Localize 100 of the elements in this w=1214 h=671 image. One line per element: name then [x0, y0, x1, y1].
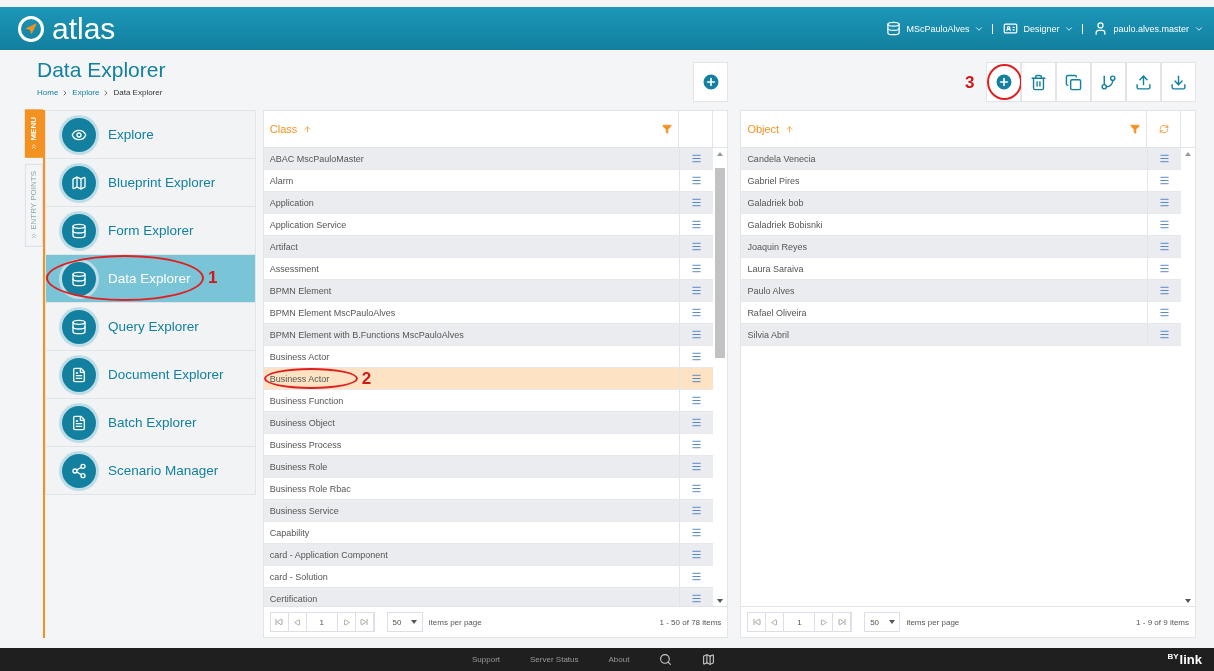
- table-row[interactable]: Business Function: [263, 390, 714, 412]
- delete-button[interactable]: [1021, 62, 1056, 102]
- header-menu[interactable]: paulo.alves.master: [1093, 21, 1204, 36]
- table-row[interactable]: Application: [263, 192, 714, 214]
- menu-icon[interactable]: [691, 351, 703, 362]
- page-size-dropdown[interactable]: 50: [864, 612, 901, 632]
- table-row[interactable]: Alarm: [263, 170, 714, 192]
- sidebar-item[interactable]: Query Explorer: [44, 303, 256, 351]
- filter-icon[interactable]: [1130, 124, 1140, 134]
- search-icon[interactable]: [659, 653, 673, 666]
- menu-icon[interactable]: [691, 219, 703, 230]
- table-row[interactable]: ABAC MscPauloMaster: [263, 148, 714, 170]
- first-icon: [752, 618, 761, 626]
- menu-icon[interactable]: [691, 505, 703, 516]
- menu-icon[interactable]: [1159, 263, 1170, 274]
- menu-icon[interactable]: [691, 175, 703, 186]
- table-row[interactable]: Candela Venecia: [741, 148, 1181, 170]
- items-per-page-label: items per page: [906, 617, 960, 627]
- breadcrumb-link[interactable]: Home: [37, 88, 59, 97]
- database-icon: [886, 21, 902, 36]
- menu-icon[interactable]: [1159, 241, 1170, 252]
- table-row[interactable]: Galadriek bob: [741, 192, 1181, 214]
- menu-icon[interactable]: [1159, 175, 1170, 186]
- menu-icon[interactable]: [1159, 153, 1170, 164]
- upload-button[interactable]: [1126, 62, 1161, 102]
- table-row[interactable]: Business Actor: [263, 346, 714, 368]
- menu-icon[interactable]: [691, 461, 703, 472]
- table-row[interactable]: Application Service: [263, 214, 714, 236]
- table-row[interactable]: Joaquin Reyes: [741, 236, 1181, 258]
- map-icon[interactable]: [702, 653, 716, 666]
- table-row[interactable]: Business Object: [263, 412, 714, 434]
- menu-icon[interactable]: [691, 417, 703, 428]
- table-row[interactable]: Business Service: [263, 500, 714, 522]
- table-row[interactable]: Rafael Oliveira: [741, 302, 1181, 324]
- sidebar-item[interactable]: Scenario Manager: [44, 447, 256, 495]
- table-row[interactable]: Business Role: [263, 456, 714, 478]
- menu-icon[interactable]: [691, 197, 703, 208]
- menu-icon[interactable]: [691, 571, 703, 582]
- sidebar-item[interactable]: Form Explorer: [44, 207, 256, 255]
- menu-icon[interactable]: [691, 549, 703, 560]
- header-menu[interactable]: MScPauloAlves: [886, 21, 985, 36]
- header-menu[interactable]: Designer: [1003, 21, 1075, 36]
- refresh-icon[interactable]: [1158, 124, 1169, 134]
- sidebar-item[interactable]: Batch Explorer: [44, 399, 256, 447]
- menu-icon[interactable]: [691, 263, 703, 274]
- menu-icon[interactable]: [1159, 197, 1170, 208]
- breadcrumb-link[interactable]: Data Explorer: [113, 88, 163, 97]
- page-title: Data Explorer: [37, 58, 167, 82]
- table-row[interactable]: Artifact: [263, 236, 714, 258]
- footer-link[interactable]: Server Status: [530, 655, 579, 664]
- menu-icon[interactable]: [1159, 329, 1170, 340]
- table-row[interactable]: Business Actor 2: [263, 368, 714, 390]
- table-row[interactable]: Certification: [263, 588, 714, 606]
- branch-button[interactable]: [1091, 62, 1126, 102]
- menu-icon[interactable]: [691, 439, 703, 450]
- next-icon: [820, 618, 828, 626]
- menu-icon[interactable]: [691, 241, 703, 252]
- table-row[interactable]: Galadriek Bobisnki: [741, 214, 1181, 236]
- menu-icon[interactable]: [1159, 285, 1170, 296]
- sidebar-item[interactable]: Document Explorer: [44, 351, 256, 399]
- table-row[interactable]: BPMN Element MscPauloAlves: [263, 302, 714, 324]
- table-row[interactable]: BPMN Element: [263, 280, 714, 302]
- table-row[interactable]: card - Solution: [263, 566, 714, 588]
- table-row[interactable]: Gabriel Pires: [741, 170, 1181, 192]
- footer-link[interactable]: About: [608, 655, 630, 664]
- copy-button[interactable]: [1056, 62, 1091, 102]
- menu-icon[interactable]: [1159, 219, 1170, 230]
- annotation-number: 1: [207, 268, 218, 288]
- table-cell: Business Role Rbac: [269, 483, 351, 494]
- menu-icon[interactable]: [691, 285, 703, 296]
- table-row[interactable]: Laura Saraiva: [741, 258, 1181, 280]
- add-class-button[interactable]: [693, 62, 728, 102]
- download-button[interactable]: [1161, 62, 1196, 102]
- table-row[interactable]: Business Role Rbac: [263, 478, 714, 500]
- menu-icon[interactable]: [691, 395, 703, 406]
- add-icon: [700, 72, 721, 92]
- table-row[interactable]: Paulo Alves: [741, 280, 1181, 302]
- table-row[interactable]: card - Application Component: [263, 544, 714, 566]
- footer-link[interactable]: Support: [472, 655, 501, 664]
- menu-icon[interactable]: [691, 153, 703, 164]
- table-cell: Business Actor: [269, 351, 330, 362]
- sidebar-item[interactable]: Explore: [44, 110, 256, 159]
- table-row[interactable]: Business Process: [263, 434, 714, 456]
- table-row[interactable]: Assessment: [263, 258, 714, 280]
- menu-icon[interactable]: [1159, 307, 1170, 318]
- breadcrumb-link[interactable]: Explore: [72, 88, 100, 97]
- menu-icon[interactable]: [691, 483, 703, 494]
- menu-icon[interactable]: [691, 373, 703, 384]
- table-cell: card - Application Component: [269, 549, 388, 560]
- menu-icon[interactable]: [691, 307, 703, 318]
- sidebar-item[interactable]: Blueprint Explorer: [44, 159, 256, 207]
- table-row[interactable]: BPMN Element with B.Functions MscPauloAlves: [263, 324, 714, 346]
- menu-icon[interactable]: [691, 527, 703, 538]
- table-row[interactable]: Silvia Abril: [741, 324, 1181, 346]
- menu-icon[interactable]: [691, 329, 703, 340]
- caret-icon: [888, 620, 895, 624]
- filter-icon[interactable]: [662, 124, 673, 134]
- menu-icon[interactable]: [691, 593, 703, 604]
- page-size-dropdown[interactable]: 50: [386, 612, 423, 632]
- table-row[interactable]: Capability: [263, 522, 714, 544]
